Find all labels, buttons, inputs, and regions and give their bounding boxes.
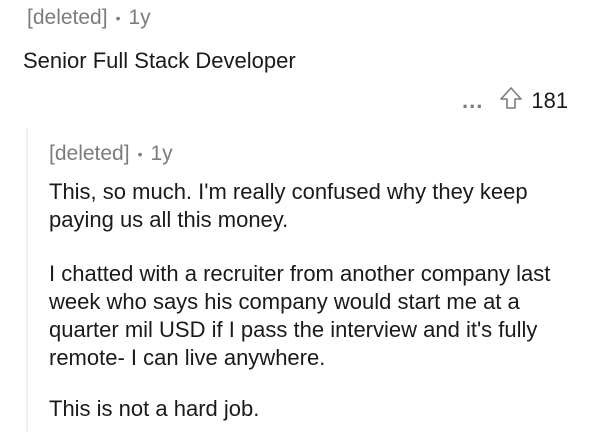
reply-paragraph: This, so much. I'm really confused why t… <box>49 179 528 232</box>
vote-count: 181 <box>531 87 569 113</box>
top-comment-author[interactable]: [deleted] <box>27 6 108 30</box>
meta-separator: • <box>115 10 121 26</box>
meta-separator: • <box>137 146 143 162</box>
top-comment-age: 1y <box>128 6 151 29</box>
reply-age: 1y <box>150 142 173 165</box>
upvote-arrow-icon[interactable] <box>499 86 523 115</box>
reply-paragraph: I chatted with a recruiter from another … <box>49 261 551 370</box>
reply-paragraph: This is not a hard job. <box>49 396 260 421</box>
thread-line[interactable] <box>26 128 28 432</box>
top-comment-meta: [deleted] • 1y <box>27 6 151 30</box>
top-comment-actions: ... 181 <box>462 86 568 115</box>
reply-author[interactable]: [deleted] <box>49 142 130 166</box>
reply-meta: [deleted] • 1y <box>49 142 173 166</box>
more-options-icon[interactable]: ... <box>462 89 483 112</box>
top-comment-text: Senior Full Stack Developer <box>23 48 296 73</box>
